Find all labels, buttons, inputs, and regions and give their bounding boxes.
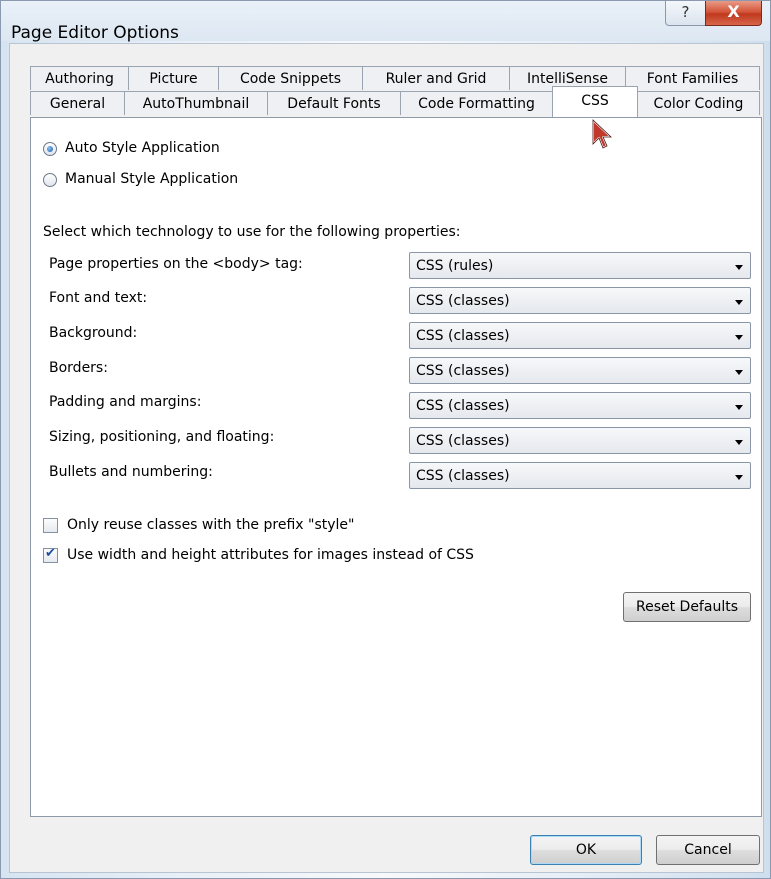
sizing-positioning-select[interactable]: CSS (classes): [409, 427, 751, 454]
property-label-background: Background:: [49, 325, 138, 341]
page-editor-options-dialog: Page Editor Options ? X Authoring Pictur…: [0, 0, 771, 879]
tab-code-snippets[interactable]: Code Snippets: [218, 66, 363, 90]
chevron-down-icon: [735, 475, 743, 480]
tab-picture[interactable]: Picture: [128, 66, 219, 90]
mouse-cursor-icon: [592, 119, 613, 149]
padding-and-margins-select[interactable]: CSS (classes): [409, 392, 751, 419]
tab-row-top: Authoring Picture Code Snippets Ruler an…: [30, 66, 760, 92]
checkbox-unchecked: [43, 518, 58, 533]
tab-code-formatting[interactable]: Code Formatting: [400, 91, 553, 115]
help-button[interactable]: ?: [665, 1, 706, 26]
select-value: CSS (rules): [416, 258, 494, 274]
font-and-text-select[interactable]: CSS (classes): [409, 287, 751, 314]
dialog-client-area: Authoring Picture Code Snippets Ruler an…: [9, 43, 764, 873]
radio-unselected-indicator: [43, 173, 57, 187]
cancel-button[interactable]: Cancel: [656, 835, 760, 865]
property-label-padding-and-margins: Padding and margins:: [49, 394, 202, 410]
background-select[interactable]: CSS (classes): [409, 322, 751, 349]
borders-select[interactable]: CSS (classes): [409, 357, 751, 384]
dialog-title: Page Editor Options: [11, 23, 179, 43]
close-icon: X: [727, 2, 740, 21]
tab-color-coding[interactable]: Color Coding: [637, 91, 760, 115]
tab-general[interactable]: General: [30, 91, 125, 115]
property-label-font-and-text: Font and text:: [49, 290, 148, 306]
close-button[interactable]: X: [705, 1, 762, 26]
tab-font-families[interactable]: Font Families: [625, 66, 760, 90]
reuse-prefix-label: Only reuse classes with the prefix "styl…: [67, 517, 355, 533]
tab-css[interactable]: CSS: [552, 86, 638, 117]
radio-selected-indicator: [43, 142, 57, 156]
select-value: CSS (classes): [416, 433, 510, 449]
chevron-down-icon: [735, 300, 743, 305]
property-label-page-properties: Page properties on the <body> tag:: [49, 256, 303, 272]
use-width-height-label: Use width and height attributes for imag…: [67, 547, 474, 563]
select-value: CSS (classes): [416, 363, 510, 379]
auto-style-radio[interactable]: Auto Style Application: [43, 140, 343, 160]
chevron-down-icon: [735, 265, 743, 270]
tab-row-bottom: General AutoThumbnail Default Fonts Code…: [30, 86, 760, 117]
tab-authoring[interactable]: Authoring: [30, 66, 129, 90]
select-value: CSS (classes): [416, 328, 510, 344]
chevron-down-icon: [735, 440, 743, 445]
checkbox-checked: [43, 546, 58, 563]
tab-autothumbnail[interactable]: AutoThumbnail: [124, 91, 268, 115]
tab-ruler-and-grid[interactable]: Ruler and Grid: [362, 66, 510, 90]
tab-default-fonts[interactable]: Default Fonts: [267, 91, 401, 115]
ok-button[interactable]: OK: [530, 835, 642, 865]
property-label-bullets-and-numbering: Bullets and numbering:: [49, 464, 213, 480]
chevron-down-icon: [735, 405, 743, 410]
manual-style-radio[interactable]: Manual Style Application: [43, 171, 343, 191]
technology-heading: Select which technology to use for the f…: [43, 224, 461, 240]
property-label-sizing-positioning: Sizing, positioning, and floating:: [49, 429, 275, 445]
title-bar[interactable]: Page Editor Options ? X: [1, 1, 770, 43]
help-icon: ?: [681, 3, 690, 21]
chevron-down-icon: [735, 370, 743, 375]
manual-style-label: Manual Style Application: [65, 171, 239, 187]
reset-defaults-button[interactable]: Reset Defaults: [623, 592, 751, 622]
css-tab-panel: Auto Style Application Manual Style Appl…: [30, 117, 762, 817]
auto-style-label: Auto Style Application: [65, 140, 220, 156]
select-value: CSS (classes): [416, 468, 510, 484]
chevron-down-icon: [735, 335, 743, 340]
select-value: CSS (classes): [416, 398, 510, 414]
select-value: CSS (classes): [416, 293, 510, 309]
page-properties-select[interactable]: CSS (rules): [409, 252, 751, 279]
bullets-and-numbering-select[interactable]: CSS (classes): [409, 462, 751, 489]
property-label-borders: Borders:: [49, 360, 108, 376]
